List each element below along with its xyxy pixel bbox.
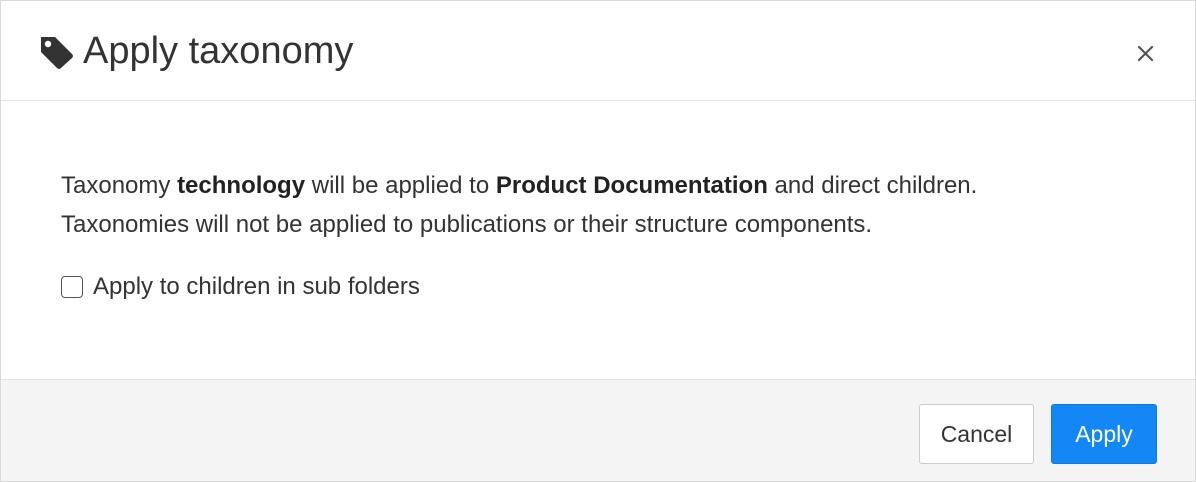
message-note: Taxonomies will not be applied to public… xyxy=(61,211,873,238)
message-text: Taxonomy xyxy=(61,172,178,199)
tag-icon xyxy=(39,35,75,69)
apply-taxonomy-dialog: Apply taxonomy Taxonomy technology will … xyxy=(0,0,1196,482)
target-folder-name: Product Documentation xyxy=(495,172,768,199)
dialog-header: Apply taxonomy xyxy=(1,1,1195,101)
apply-button[interactable]: Apply xyxy=(1051,404,1157,464)
message-text: will be applied to xyxy=(305,172,496,199)
close-icon[interactable] xyxy=(1135,43,1157,65)
dialog-footer: Cancel Apply xyxy=(1,379,1195,481)
dialog-title: Apply taxonomy xyxy=(83,30,354,72)
cancel-button[interactable]: Cancel xyxy=(919,404,1034,464)
dialog-body: Taxonomy technology will be applied to P… xyxy=(1,102,1195,379)
sub-folders-label[interactable]: Apply to children in sub folders xyxy=(93,273,420,301)
message-text: and direct children. xyxy=(767,172,978,199)
taxonomy-name: technology xyxy=(177,172,306,199)
sub-folders-option[interactable]: Apply to children in sub folders xyxy=(61,272,420,302)
sub-folders-checkbox[interactable] xyxy=(61,276,83,298)
confirmation-message: Taxonomy technology will be applied to P… xyxy=(61,166,977,244)
